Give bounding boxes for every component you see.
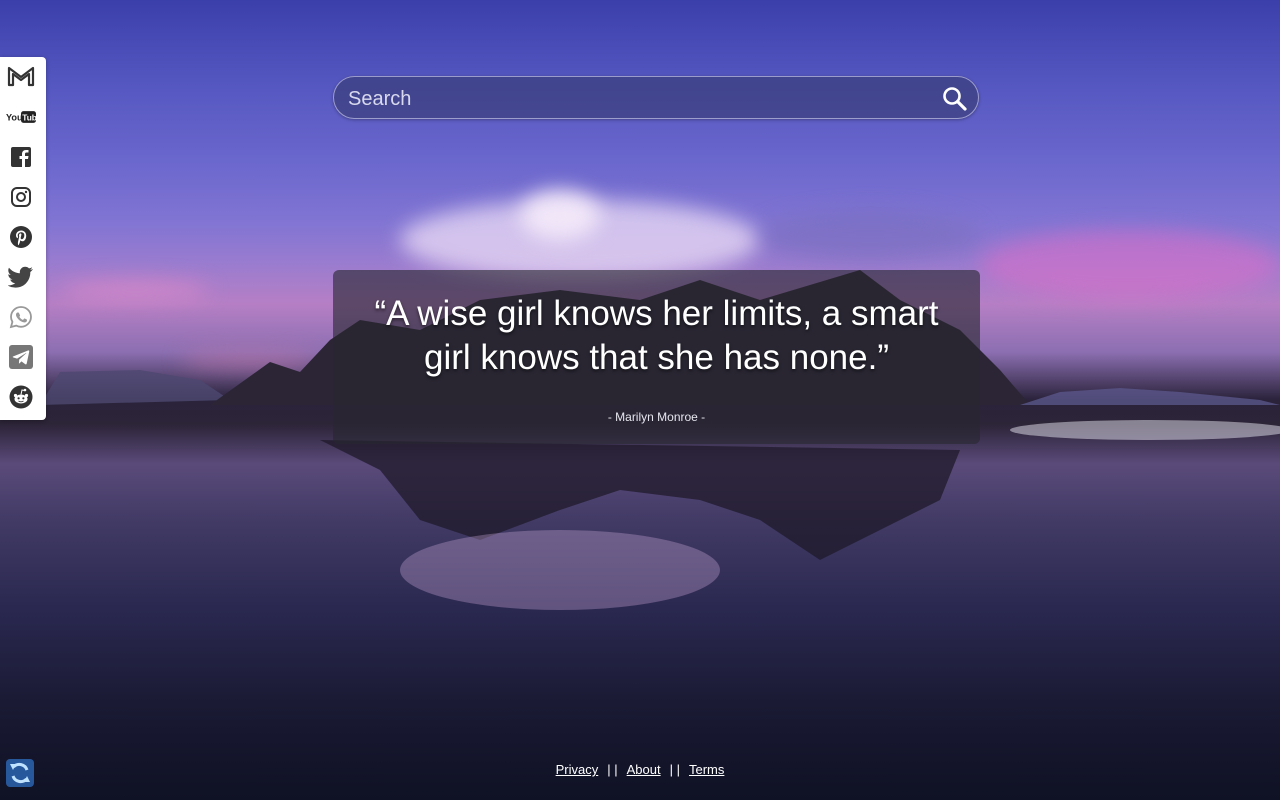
search-icon[interactable] [941,85,969,113]
privacy-link[interactable]: Privacy [556,762,599,777]
gmail-icon[interactable] [6,62,36,90]
instagram-icon[interactable] [6,183,36,211]
quote-text: “A wise girl knows her limits, a smart g… [374,294,939,377]
footer: Privacy | | About | | Terms [0,762,1280,782]
terms-link[interactable]: Terms [689,762,724,777]
svg-text:Tube: Tube [22,112,36,122]
social-sidebar: You Tube [0,57,46,420]
quote-box: “A wise girl knows her limits, a smart g… [333,270,980,444]
whatsapp-icon[interactable] [6,303,36,331]
footer-separator: | | [607,762,618,777]
youtube-icon[interactable]: You Tube [6,103,36,131]
reddit-icon[interactable] [6,383,36,411]
footer-separator: | | [669,762,680,777]
twitter-icon[interactable] [6,263,36,291]
facebook-icon[interactable] [6,143,36,171]
about-link[interactable]: About [627,762,661,777]
telegram-icon[interactable] [6,343,36,371]
pinterest-icon[interactable] [6,223,36,251]
quote-author: - Marilyn Monroe - [607,410,706,424]
refresh-background-icon[interactable] [5,758,35,788]
search-bar [333,76,979,119]
search-input[interactable] [346,83,940,115]
svg-text:You: You [6,112,23,122]
